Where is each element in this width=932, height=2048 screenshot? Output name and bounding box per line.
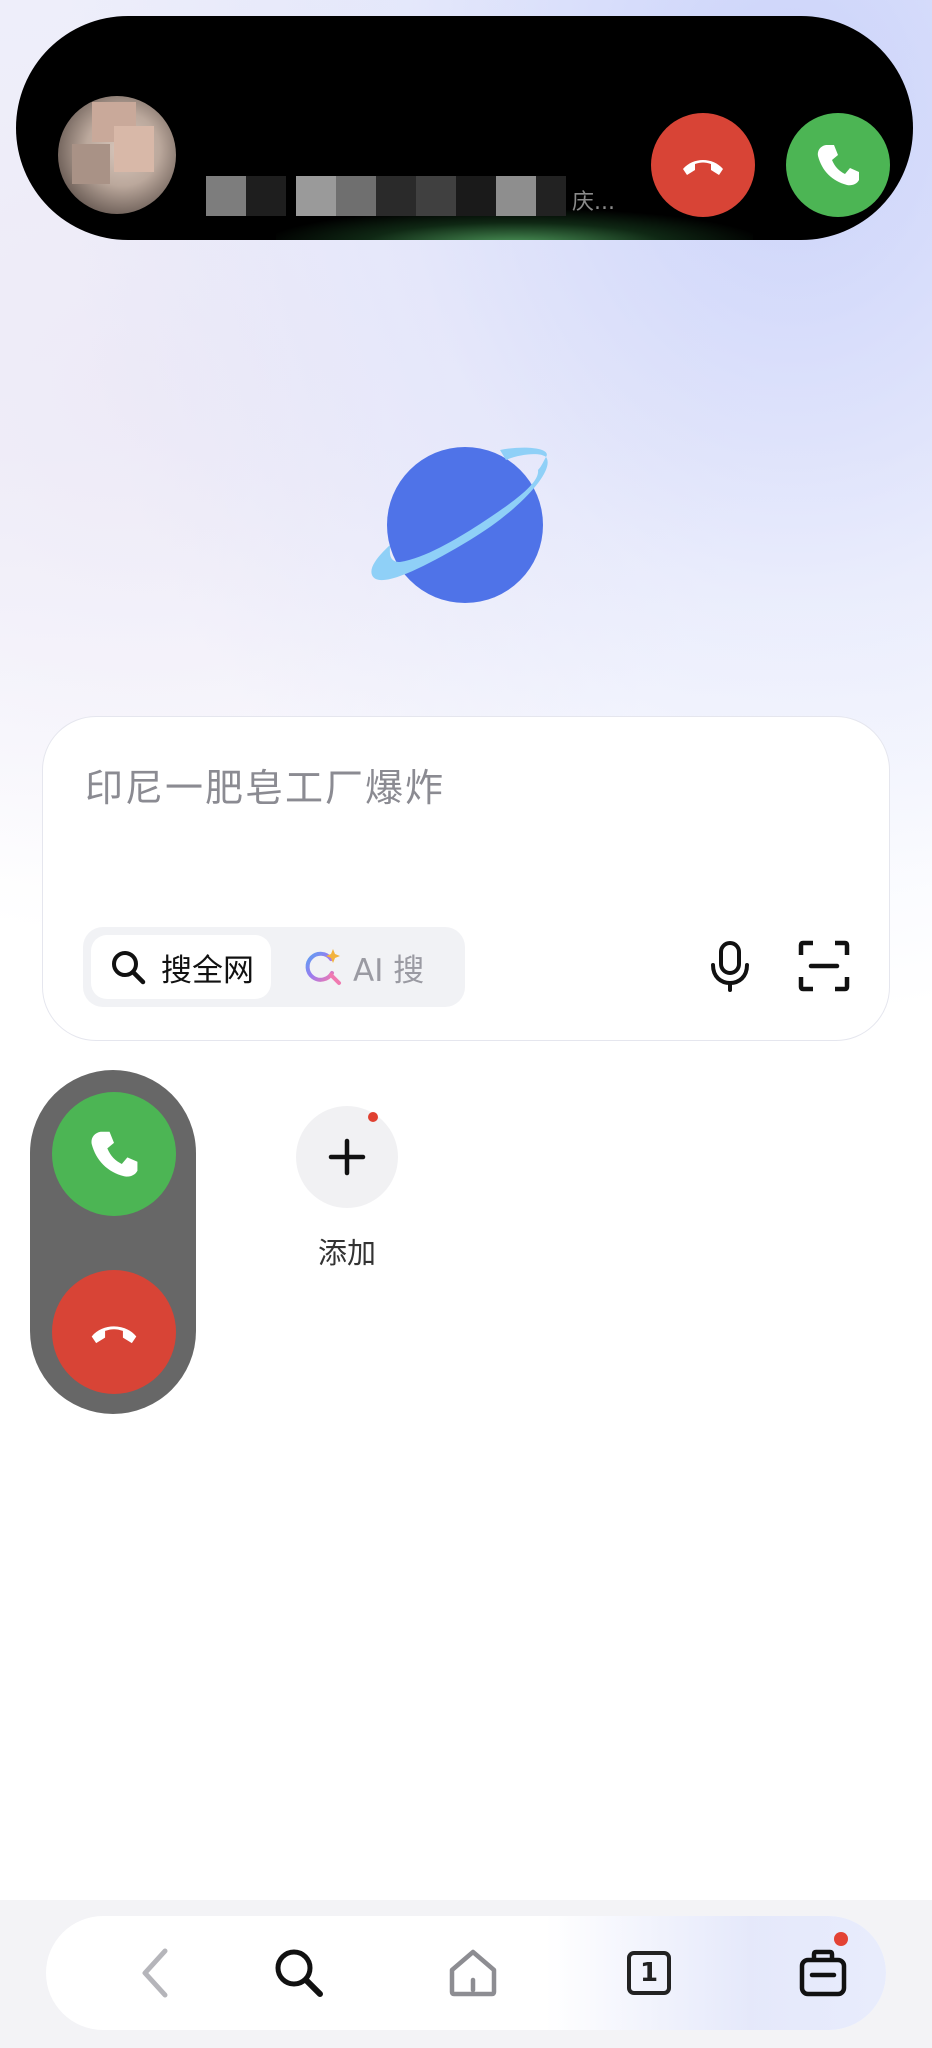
briefcase-icon <box>799 1949 847 1997</box>
search-mode-toggle: 搜全网 AI 搜 <box>83 927 465 1007</box>
incoming-call-banner[interactable]: 庆... <box>16 16 913 240</box>
tabs-count-badge: 1 <box>627 1951 671 1995</box>
chevron-left-icon <box>142 1948 168 1998</box>
notification-dot <box>834 1932 848 1946</box>
caller-name-suffix: 庆... <box>572 190 615 215</box>
search-mode-all-label: 搜全网 <box>161 952 254 989</box>
caller-name-pixelated <box>206 176 606 216</box>
phone-hangup-icon <box>683 160 723 175</box>
home-icon <box>449 1949 497 1997</box>
voice-search-button[interactable] <box>703 939 757 993</box>
search-icon <box>275 1949 323 1997</box>
search-mode-ai-label: AI 搜 <box>353 952 425 989</box>
floating-call-widget[interactable] <box>30 1070 196 1414</box>
search-mode-all-button[interactable]: 搜全网 <box>91 935 271 999</box>
caller-avatar <box>58 96 176 214</box>
bottom-nav-bar: 1 <box>46 1916 886 2030</box>
ai-sparkle-search-icon <box>305 949 341 985</box>
accept-call-button[interactable] <box>786 113 890 217</box>
floating-decline-call-button[interactable] <box>52 1270 176 1394</box>
add-shortcut-label: 添加 <box>317 1236 376 1270</box>
scan-button[interactable] <box>797 939 851 993</box>
plus-icon <box>328 1138 366 1176</box>
back-button[interactable] <box>116 1934 194 2012</box>
search-icon <box>112 951 146 985</box>
home-button[interactable] <box>434 1934 512 2012</box>
decline-call-button[interactable] <box>651 113 755 217</box>
search-card[interactable]: 印尼一肥皂工厂爆炸 搜全网 AI 搜 <box>42 716 890 1041</box>
phone-icon <box>817 145 859 186</box>
scan-icon <box>798 940 850 992</box>
search-mode-ai-button[interactable]: AI 搜 <box>289 935 459 999</box>
search-query-text[interactable]: 印尼一肥皂工厂爆炸 <box>85 757 445 812</box>
floating-accept-call-button[interactable] <box>52 1092 176 1216</box>
add-shortcut[interactable]: 添加 <box>292 1104 402 1274</box>
tabs-button[interactable]: 1 <box>610 1934 688 2012</box>
nav-search-button[interactable] <box>260 1934 338 2012</box>
profile-button[interactable] <box>784 1932 862 2012</box>
browser-planet-logo <box>371 447 548 603</box>
phone-icon <box>91 1131 138 1177</box>
bottom-toolbar-area: 1 <box>0 1900 932 2048</box>
add-shortcut-button[interactable] <box>296 1106 398 1208</box>
notification-dot <box>368 1112 378 1122</box>
microphone-icon <box>711 941 749 992</box>
phone-hangup-icon <box>91 1326 137 1344</box>
